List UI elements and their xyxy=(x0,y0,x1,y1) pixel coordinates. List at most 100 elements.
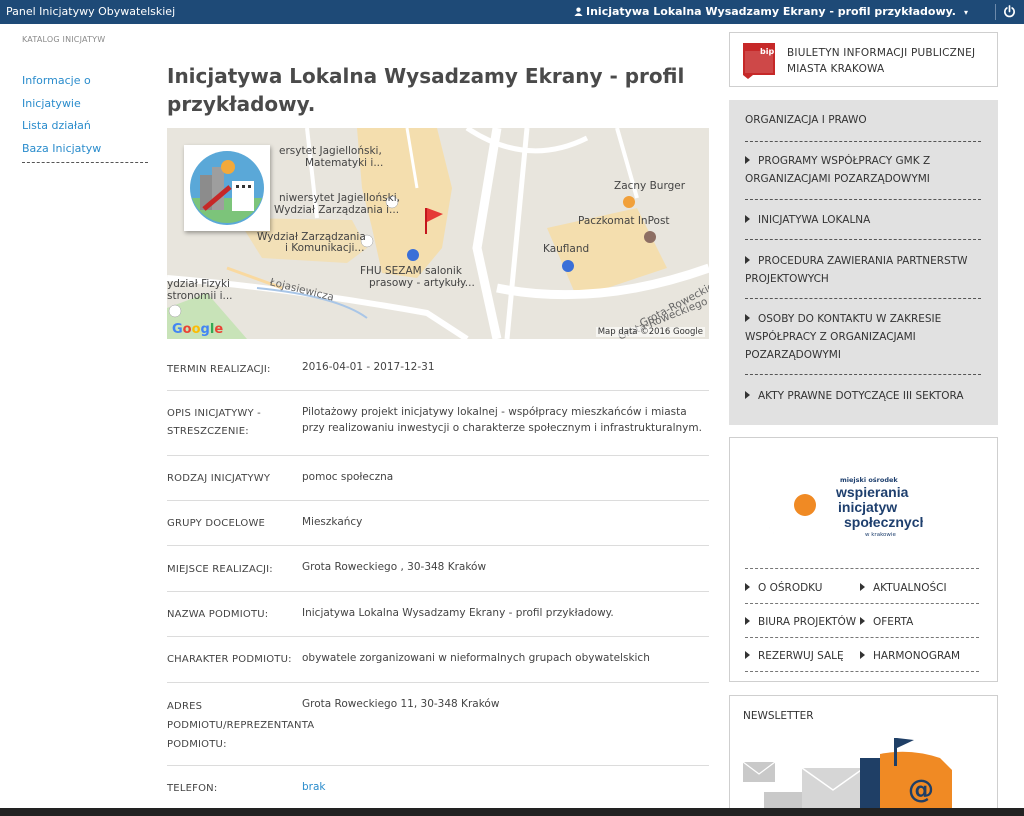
detail-row-termin: TERMIN REALIZACJI: 2016-04-01 - 2017-12-… xyxy=(167,347,709,391)
map-label: ersytet Jagielloński, xyxy=(279,145,382,157)
nav-item-lista-dzialan[interactable]: Lista działań xyxy=(22,115,148,138)
org-divider xyxy=(745,199,981,200)
nav-item-baza-inicjatyw[interactable]: Baza Inicjatyw xyxy=(22,138,148,161)
triangle-right-icon xyxy=(745,391,750,399)
map-label: stronomii i... xyxy=(167,290,233,302)
mowis-link-label: HARMONOGRAM xyxy=(873,650,961,662)
newsletter-box[interactable]: NEWSLETTER @ xyxy=(729,695,998,816)
bip-banner[interactable]: bip BIULETYN INFORMACJI PUBLICZNEJ MIAST… xyxy=(729,32,998,87)
triangle-right-icon xyxy=(860,651,865,659)
org-item-akty-prawne[interactable]: AKTY PRAWNE DOTYCZĄCE III SEKTORA xyxy=(745,387,981,405)
org-divider xyxy=(745,141,981,142)
initiative-logo-image xyxy=(190,151,264,225)
page-title: Inicjatywa Lokalna Wysadzamy Ekrany - pr… xyxy=(167,64,685,116)
mowis-link-o-osrodku[interactable]: O OŚRODKU xyxy=(745,581,822,595)
org-item-procedura[interactable]: PROCEDURA ZAWIERANIA PARTNERSTW PROJEKTO… xyxy=(745,252,981,288)
app-title[interactable]: Panel Inicjatywy Obywatelskiej xyxy=(6,5,175,18)
detail-row-telefon: TELEFON: brak xyxy=(167,766,709,811)
mowis-link-label: O OŚRODKU xyxy=(758,582,823,594)
detail-row-charakter: CHARAKTER PODMIOTU: obywatele zorganizow… xyxy=(167,637,709,683)
triangle-right-icon xyxy=(745,617,750,625)
detail-row-rodzaj: RODZAJ INICJATYWY pomoc społeczna xyxy=(167,456,709,501)
detail-row-adres: ADRES PODMIOTU/REPREZENTANTA PODMIOTU: G… xyxy=(167,683,709,766)
at-sign-icon: @ xyxy=(908,775,934,805)
org-item-label: AKTY PRAWNE DOTYCZĄCE III SEKTORA xyxy=(758,390,964,402)
mowis-link-harmonogram[interactable]: HARMONOGRAM xyxy=(860,649,960,663)
bip-line-1: BIULETYN INFORMACJI PUBLICZNEJ xyxy=(787,47,976,59)
initiative-logo xyxy=(184,145,270,231)
phone-link[interactable]: brak xyxy=(302,779,707,795)
bottom-bar xyxy=(0,808,1024,816)
triangle-right-icon xyxy=(745,256,750,264)
detail-label: TELEFON: xyxy=(167,783,218,794)
nav-divider xyxy=(22,162,148,163)
breadcrumb[interactable]: KATALOG INICJATYW xyxy=(22,35,105,44)
mowis-link-rezerwuj-sale[interactable]: REZERWUJ SALĘ xyxy=(745,649,844,663)
map-label: Wydział Zarządzania i... xyxy=(274,204,400,216)
triangle-right-icon xyxy=(745,215,750,223)
org-item-label: INICJATYWA LOKALNA xyxy=(758,214,871,226)
detail-label: RODZAJ INICJATYWY xyxy=(167,473,271,484)
bip-line-2: MIASTA KRAKOWA xyxy=(787,63,885,75)
google-logo: Google xyxy=(172,322,224,337)
mowis-logo-l1: wspierania xyxy=(835,484,909,500)
mowis-divider xyxy=(745,568,979,569)
map-label: niwersytet Jagielloński, xyxy=(279,192,400,204)
org-divider xyxy=(745,298,981,299)
detail-value: Mieszkańcy xyxy=(302,516,363,528)
org-item-programy[interactable]: PROGRAMY WSPÓŁPRACY GMK Z ORGANIZACJAMI … xyxy=(745,152,981,188)
map-label: Paczkomat InPost xyxy=(578,215,670,227)
mowis-logo[interactable]: miejski ośrodek wspierania inicjatyw spo… xyxy=(748,452,923,552)
mowis-logo-l3: społecznych xyxy=(844,514,923,530)
top-navigation-bar: Panel Inicjatywy Obywatelskiej Inicjatyw… xyxy=(0,0,1024,24)
detail-value: Grota Roweckiego 11, 30-348 Kraków xyxy=(302,698,500,710)
user-menu[interactable]: Inicjatywa Lokalna Wysadzamy Ekrany - pr… xyxy=(574,5,968,18)
org-item-label: PROCEDURA ZAWIERANIA PARTNERSTW PROJEKTO… xyxy=(745,255,968,285)
triangle-right-icon xyxy=(745,314,750,322)
mowis-link-label: OFERTA xyxy=(873,616,914,628)
mowis-link-biura-projektow[interactable]: BIURA PROJEKTÓW xyxy=(745,615,856,629)
detail-row-opis: OPIS INICJATYWY - STRESZCZENIE: Pilotażo… xyxy=(167,391,709,456)
detail-value: pomoc społeczna xyxy=(302,471,394,483)
org-item-osoby-kontakt[interactable]: OSOBY DO KONTAKTU W ZAKRESIE WSPÓŁPRACY … xyxy=(745,310,981,364)
left-navigation: Informacje o Inicjatywie Lista działań B… xyxy=(22,70,148,163)
power-icon[interactable] xyxy=(1003,5,1016,18)
org-divider xyxy=(745,239,981,240)
org-item-label: PROGRAMY WSPÓŁPRACY GMK Z ORGANIZACJAMI … xyxy=(745,155,931,185)
user-menu-label: Inicjatywa Lokalna Wysadzamy Ekrany - pr… xyxy=(586,5,956,18)
newsletter-heading: NEWSLETTER xyxy=(743,710,814,722)
detail-label: GRUPY DOCELOWE xyxy=(167,518,266,529)
nav-item-informacje[interactable]: Informacje o Inicjatywie xyxy=(22,70,148,115)
map-label: FHU SEZAM salonik xyxy=(360,265,462,277)
bip-icon-text: bip xyxy=(760,47,774,56)
initiative-details: TERMIN REALIZACJI: 2016-04-01 - 2017-12-… xyxy=(167,347,709,811)
detail-label: NAZWA PODMIOTU: xyxy=(167,609,269,620)
detail-label: TERMIN REALIZACJI: xyxy=(167,364,271,375)
detail-value: obywatele zorganizowani w nieformalnych … xyxy=(302,652,650,664)
org-divider xyxy=(745,374,981,375)
triangle-right-icon xyxy=(860,583,865,591)
map-attribution[interactable]: Map data ©2016 Google xyxy=(595,327,705,337)
mowis-link-oferta[interactable]: OFERTA xyxy=(860,615,913,629)
mowis-link-aktualnosci[interactable]: AKTUALNOŚCI xyxy=(860,581,947,595)
topbar-divider xyxy=(995,4,996,20)
mowis-link-label: AKTUALNOŚCI xyxy=(873,582,947,594)
detail-row-grupy: GRUPY DOCELOWE Mieszkańcy xyxy=(167,501,709,546)
detail-label: OPIS INICJATYWY - STRESZCZENIE: xyxy=(167,408,261,437)
map-label: i Komunikacji... xyxy=(285,242,365,254)
detail-row-nazwa: NAZWA PODMIOTU: Inicjatywa Lokalna Wysad… xyxy=(167,592,709,637)
mowis-box: miejski ośrodek wspierania inicjatyw spo… xyxy=(729,437,998,682)
bip-text: BIULETYN INFORMACJI PUBLICZNEJ MIASTA KR… xyxy=(787,45,975,77)
org-menu-heading: ORGANIZACJA I PRAWO xyxy=(745,114,867,126)
detail-value: Grota Roweckiego , 30-348 Kraków xyxy=(302,561,487,573)
mowis-link-label: BIURA PROJEKTÓW xyxy=(758,616,857,628)
mowis-logo-small: miejski ośrodek xyxy=(840,476,898,484)
mowis-divider xyxy=(745,671,979,672)
triangle-right-icon xyxy=(745,651,750,659)
mowis-logo-city: w krakowie xyxy=(865,532,896,538)
mowis-link-label: REZERWUJ SALĘ xyxy=(758,650,844,662)
org-item-inicjatywa-lokalna[interactable]: INICJATYWA LOKALNA xyxy=(745,211,981,229)
location-map[interactable]: ersytet Jagielloński, Matematyki i... ni… xyxy=(167,128,709,339)
map-label: prasowy - artykuły... xyxy=(369,277,475,289)
user-icon xyxy=(574,7,583,16)
